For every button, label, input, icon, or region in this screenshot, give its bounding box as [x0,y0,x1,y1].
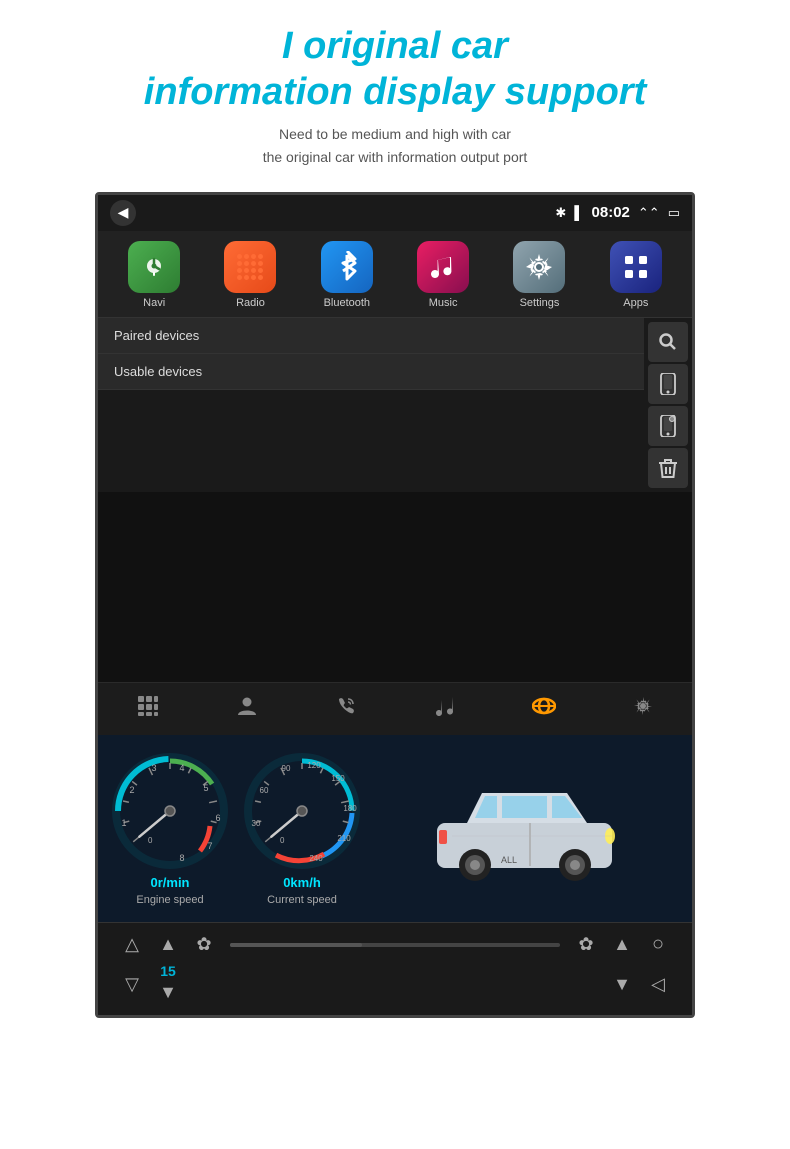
svg-text:8: 8 [179,853,184,863]
svg-text:90: 90 [282,764,291,773]
back-button[interactable]: ◀ [110,200,136,226]
nav-fan-left[interactable]: ✿ [186,931,222,959]
radio-label: Radio [236,297,265,309]
svg-text:240: 240 [309,854,323,863]
page-subtitle: Need to be medium and high with car the … [263,123,528,168]
speed-label: Current speed [267,894,337,906]
delete-bt-button[interactable] [648,448,688,488]
radio-icon [224,241,276,293]
car-image: ALL [374,768,680,888]
apps-label: Apps [623,297,648,309]
nav-fan-right[interactable]: ✿ [568,931,604,959]
apps-app-icon [610,241,662,293]
progress-fill [230,943,362,947]
bluetooth-status-icon: ✱ [555,205,566,221]
engine-label: Engine speed [136,894,203,906]
music-ctrl-icon[interactable] [425,695,465,723]
nav-triangle-outline-down[interactable]: ▽ [114,971,150,999]
settings-app-icon [513,241,565,293]
engine-gauge: 1 2 3 4 5 6 7 8 0 0r/min Engine speed [110,751,230,906]
window-icon: ▭ [668,205,680,221]
svg-text:3: 3 [151,763,156,773]
bottom-nav-bottom-row: ▽ 15 ▼ ▼ ◁ [114,963,676,1007]
nav-up-button[interactable]: ▲ [150,931,186,959]
subtitle-line1: Need to be medium and high with car [263,123,528,145]
bluetooth-app-icon [321,241,373,293]
clock: 08:02 [592,204,630,221]
gauges-section: 1 2 3 4 5 6 7 8 0 0r/min Engine speed [98,735,692,922]
svg-text:60: 60 [260,786,269,795]
gear-ctrl-icon[interactable] [623,695,663,723]
settings-bt-button[interactable] [648,406,688,446]
status-bar: ◀ ✱ ▌ 08:02 ⌃⌃ ▭ [98,195,692,231]
bluetooth-panel: Paired devices Usable devices [98,318,692,492]
nav-down-right[interactable]: ▼ [604,971,640,999]
bluetooth-sidebar [644,318,692,492]
speed-gauge: 30 60 90 120 150 180 210 240 0 0km/h Cur… [242,751,362,906]
svg-text:0: 0 [280,836,285,845]
navi-icon [128,241,180,293]
svg-text:2: 2 [129,785,134,795]
progress-bar [230,943,560,947]
expand-icon: ⌃⌃ [638,205,660,221]
app-bar: Navi Radio Bluetooth [98,231,692,318]
music-label: Music [429,297,458,309]
engine-value: 0r/min [150,875,189,890]
app-item-settings[interactable]: Settings [513,241,565,309]
nav-back-button[interactable]: ◁ [640,971,676,999]
title-line1: I original car [144,24,646,70]
svg-text:7: 7 [207,841,212,851]
settings-label: Settings [520,297,560,309]
nav-triangle-outline-up[interactable]: △ [114,931,150,959]
subtitle-line2: the original car with information output… [263,146,528,168]
bluetooth-label: Bluetooth [324,297,370,309]
bt-controls-bar [98,682,692,735]
phone-ctrl-icon[interactable] [326,695,366,723]
nav-circle[interactable]: ○ [640,931,676,959]
svg-text:1: 1 [121,818,126,828]
svg-text:120: 120 [307,761,321,770]
svg-text:30: 30 [252,819,261,828]
car-screen: ◀ ✱ ▌ 08:02 ⌃⌃ ▭ Navi [95,192,695,1018]
svg-text:180: 180 [343,804,357,813]
signal-icon: ▌ [574,205,583,220]
bt-content-area [98,492,692,682]
svg-text:ALL: ALL [501,855,517,865]
svg-text:5: 5 [203,783,208,793]
app-item-bluetooth[interactable]: Bluetooth [321,241,373,309]
app-item-music[interactable]: Music [417,241,469,309]
paired-devices-item[interactable]: Paired devices [98,318,644,354]
svg-text:0: 0 [148,836,153,845]
search-bt-button[interactable] [648,322,688,362]
page-title: I original car information display suppo… [144,24,646,115]
music-app-icon [417,241,469,293]
svg-text:6: 6 [215,813,220,823]
device-list: Paired devices Usable devices [98,318,644,492]
phone-bt-button[interactable] [648,364,688,404]
navi-label: Navi [143,297,165,309]
svg-text:150: 150 [331,774,345,783]
app-item-navi[interactable]: Navi [128,241,180,309]
link-ctrl-icon[interactable] [524,696,564,722]
bottom-nav-top-row: △ ▲ ✿ ✿ ▲ ○ [114,931,676,959]
title-line2: information display support [144,70,646,116]
svg-text:4: 4 [179,763,184,773]
app-item-radio[interactable]: Radio [224,241,276,309]
bottom-nav: △ ▲ ✿ ✿ ▲ ○ ▽ 15 ▼ ▼ ◁ [98,922,692,1015]
svg-text:210: 210 [337,834,351,843]
person-ctrl-icon[interactable] [227,695,267,723]
apps-ctrl-icon[interactable] [128,695,168,723]
speed-value: 0km/h [283,875,321,890]
usable-devices-item[interactable]: Usable devices [98,354,644,390]
app-item-apps[interactable]: Apps [610,241,662,309]
nav-down-button[interactable]: ▼ [150,979,186,1007]
volume-number: 15 [154,963,182,979]
nav-up-right[interactable]: ▲ [604,931,640,959]
